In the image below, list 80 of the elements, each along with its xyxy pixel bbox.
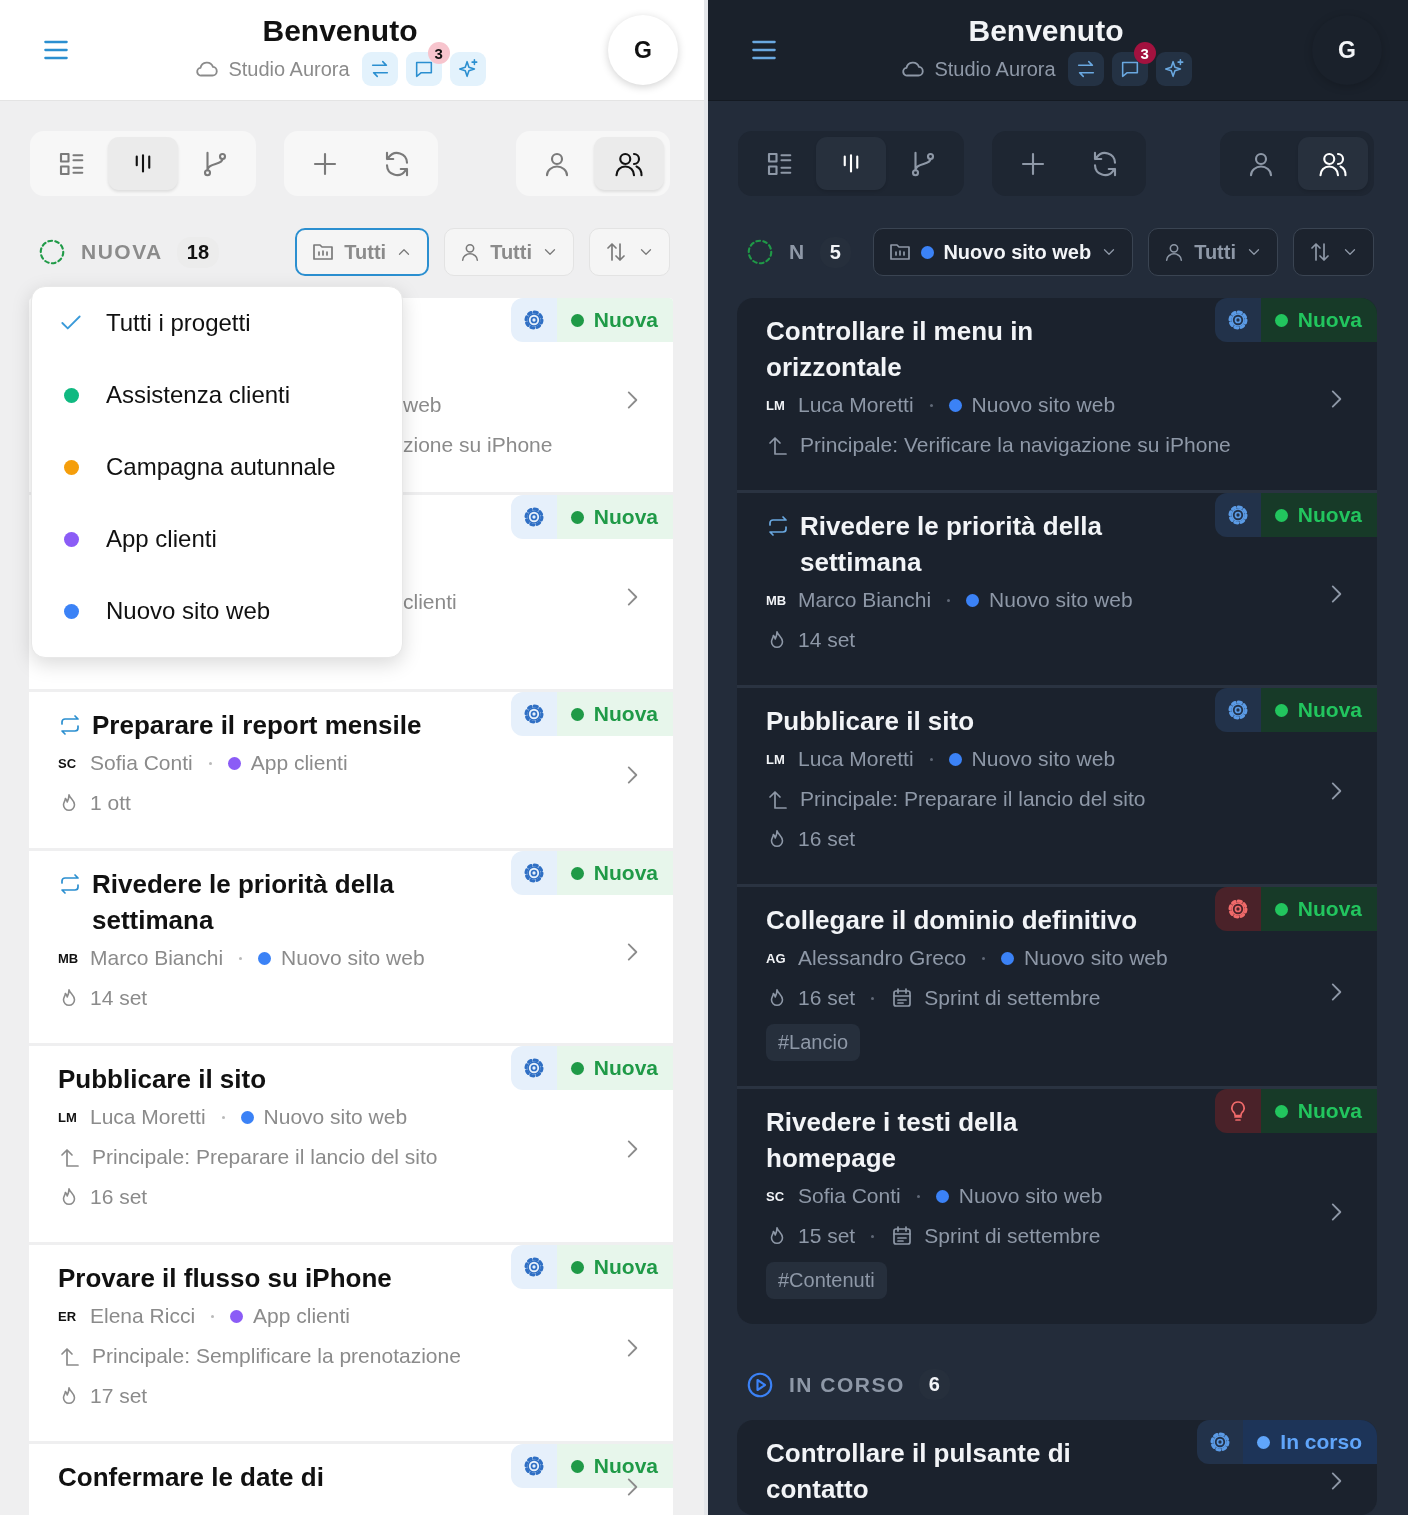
initials: AG [766,950,787,966]
status-tag: Nuova [1260,493,1377,537]
card-title: Collegare il dominio definitivo [766,904,1138,937]
count-chip: 18 [176,236,220,268]
workspace-name: Studio Aurora [934,57,1056,81]
initials: SC [766,1188,786,1204]
project-name: Nuovo sito web [1024,946,1168,970]
card-meta-text: zione su iPhone [403,433,553,457]
page-title: Benvenuto [968,14,1124,48]
status-tag: Nuova [1260,298,1377,342]
status-tag: Nuova [556,298,673,342]
assignee-name: Luca Moretti [798,393,914,417]
due-date: 16 set [90,1185,148,1209]
card-title: Controllare il pulsante di contatto [766,1437,1072,1506]
due-date: 14 set [90,986,148,1010]
project-name: Nuovo sito web [263,1105,408,1129]
initials: SC [58,755,78,771]
assignee-name: Sofia Conti [90,751,193,775]
column-title: IN CORSO [789,1372,905,1397]
assignee-name: Sofia Conti [798,1184,901,1208]
card-title: Provare il flusso su iPhone [58,1262,392,1295]
project-name: Nuovo sito web [281,946,425,970]
project-name: Nuovo sito web [971,747,1116,771]
initials: ER [58,1308,78,1324]
card-title: Confermare le date di [58,1461,324,1494]
sprint-name: Sprint di settembre [924,1224,1101,1248]
card-title: Preparare il report mensile [92,709,422,742]
workspace-name: Studio Aurora [228,57,350,81]
project-name: App clienti [250,751,348,775]
due-date: 15 set [798,1224,856,1248]
initials: LM [766,397,786,413]
initials: MB [766,592,788,608]
tag-chip: #Lancio [766,1024,861,1061]
initials: LM [766,751,786,767]
card-title: Rivedere le priorità della settimana [92,868,395,937]
parent-task: Principale: Preparare il lancio del sito [800,787,1146,811]
project-name: App clienti [253,1304,350,1328]
project-name: Nuovo sito web [971,393,1116,417]
column-title: NUOVA [81,240,163,264]
project-name: Nuovo sito web [989,588,1133,612]
notification-badge: 3 [427,42,450,64]
assignee-name: Marco Bianchi [798,588,932,612]
initials: MB [58,950,80,966]
assignee-name: Alessandro Greco [798,946,967,970]
due-date: 1 ott [90,791,131,815]
sprint-name: Sprint di settembre [924,986,1101,1010]
notification-badge: 3 [1133,42,1156,64]
card-title: Rivedere i testi della homepage [766,1106,1019,1175]
assignee-name: Elena Ricci [90,1304,196,1328]
card-title: Pubblicare il sito [766,705,975,738]
initials: LM [58,1109,78,1125]
page-title: Benvenuto [262,14,418,48]
card-meta-text: web [403,393,442,417]
assignee-name: Marco Bianchi [90,946,224,970]
parent-task: Principale: Preparare il lancio del sito [92,1145,438,1169]
card-meta-text: clienti [403,590,457,614]
assignee-name: Luca Moretti [798,747,914,771]
status-tag: Nuova [556,692,673,736]
status-tag: Nuova [556,1046,673,1090]
card-title: Pubblicare il sito [58,1063,267,1096]
card-title: Controllare il menu in orizzontale [766,315,1035,384]
status-tag: Nuova [556,1444,673,1488]
status-tag: Nuova [1260,688,1377,732]
status-tag: In corso [1243,1420,1377,1464]
status-tag: Nuova [556,1245,673,1289]
card-title: Rivedere le priorità della settimana [800,510,1103,579]
project-name: Nuovo sito web [958,1184,1103,1208]
assignee-name: Luca Moretti [90,1105,206,1129]
status-tag: Nuova [556,851,673,895]
due-date: 17 set [90,1384,148,1408]
due-date: 16 set [798,827,856,851]
tag-chip: #Contenuti [766,1262,887,1299]
parent-task: Principale: Verificare la navigazione su iPhone [800,433,1231,457]
status-tag: Nuova [1260,1089,1377,1133]
due-date: 16 set [798,986,856,1010]
due-date: 14 set [798,628,856,652]
column-title: N [789,240,806,264]
status-tag: Nuova [1260,887,1377,931]
parent-task: Principale: Semplificare la prenotazione [92,1344,461,1368]
status-tag: Nuova [556,495,673,539]
